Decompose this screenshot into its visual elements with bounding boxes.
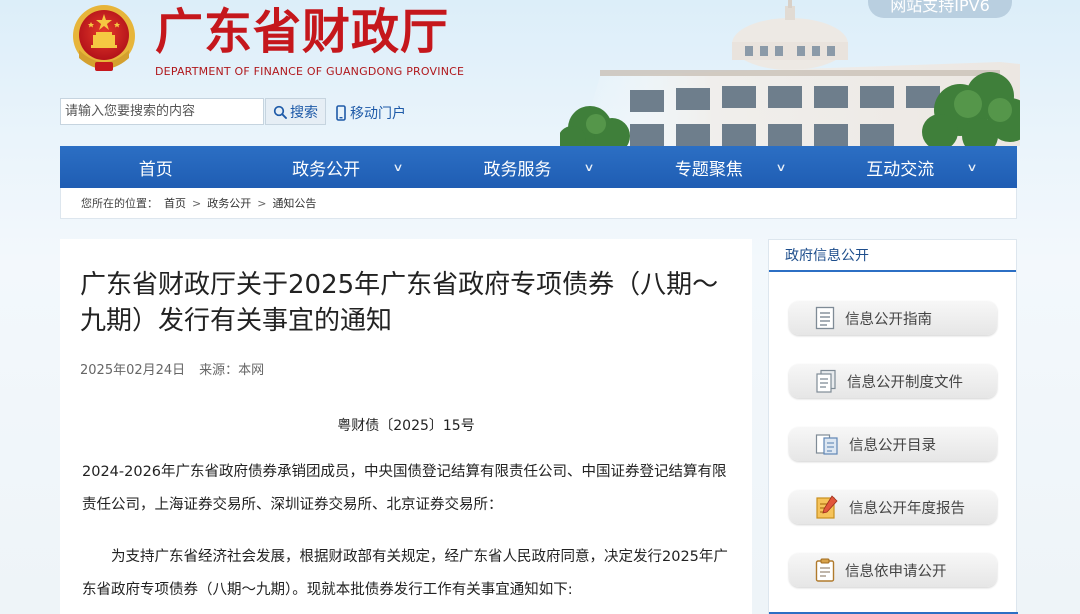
chevron-down-icon: ∨ bbox=[966, 160, 978, 174]
article-panel: 广东省财政厅关于2025年广东省政府专项债券（八期～九期）发行有关事宜的通知 2… bbox=[60, 239, 752, 614]
national-emblem-icon bbox=[69, 2, 139, 76]
nav-item-label: 互动交流 bbox=[866, 159, 935, 180]
breadcrumb-prefix: 您所在的位置： bbox=[81, 197, 158, 210]
article-date: 2025年02月24日 bbox=[80, 363, 186, 378]
nav-item-special-topics[interactable]: 专题聚焦 ∨ bbox=[634, 146, 825, 188]
breadcrumb-separator: > bbox=[192, 196, 202, 210]
nav-item-label: 政务公开 bbox=[292, 159, 361, 180]
document-number-text: 粤财债〔2025〕15号 bbox=[337, 418, 475, 434]
sidebar-item-label: 信息依申请公开 bbox=[845, 563, 947, 580]
nav-item-home[interactable]: 首页 bbox=[60, 146, 251, 188]
sidebar-info-disclosure: 政府信息公开 信息公开指南 信息公开制度文件 信息公开目录 信息公开年度报告 信… bbox=[768, 239, 1018, 614]
article-title: 广东省财政厅关于2025年广东省政府专项债券（八期～九期）发行有关事宜的通知 bbox=[80, 270, 719, 336]
sidebar-item-label: 信息公开指南 bbox=[845, 311, 932, 328]
document-number: 粤财债〔2025〕15号 bbox=[60, 415, 752, 435]
mobile-portal-link[interactable]: 移动门户 bbox=[336, 102, 406, 124]
search-button[interactable]: 搜索 bbox=[265, 98, 326, 125]
breadcrumb: 您所在的位置： 首页 > 政务公开 > 通知公告 bbox=[60, 188, 1017, 219]
document-stack-icon bbox=[816, 369, 836, 393]
sidebar-item-label: 信息公开年度报告 bbox=[849, 500, 965, 517]
sidebar-item-label: 信息公开制度文件 bbox=[847, 374, 963, 391]
breadcrumb-item-notices[interactable]: 通知公告 bbox=[272, 195, 316, 211]
article-source: 来源：本网 bbox=[199, 363, 265, 378]
nav-item-label: 政务服务 bbox=[483, 159, 552, 180]
breadcrumb-item-home[interactable]: 首页 bbox=[164, 195, 186, 211]
sidebar-item-disclosure-catalog[interactable]: 信息公开目录 bbox=[789, 427, 997, 461]
nav-item-government-services[interactable]: 政务服务 ∨ bbox=[443, 146, 634, 188]
breadcrumb-item-government-affairs[interactable]: 政务公开 bbox=[207, 195, 251, 211]
chevron-down-icon: ∨ bbox=[392, 160, 404, 174]
clipboard-icon bbox=[815, 558, 835, 582]
sidebar-item-annual-report[interactable]: 信息公开年度报告 bbox=[789, 490, 997, 524]
nav-item-label: 首页 bbox=[138, 159, 173, 180]
article-meta: 2025年02月24日 来源：本网 bbox=[80, 359, 264, 378]
search-icon bbox=[273, 105, 287, 119]
search-button-label: 搜索 bbox=[290, 104, 318, 121]
catalog-icon bbox=[815, 434, 838, 455]
building-banner-image bbox=[558, 0, 1032, 154]
sidebar-item-disclosure-on-request[interactable]: 信息依申请公开 bbox=[789, 553, 997, 587]
sidebar-item-disclosure-guide[interactable]: 信息公开指南 bbox=[789, 301, 997, 335]
breadcrumb-separator: > bbox=[257, 196, 267, 210]
article-paragraph: 为支持广东省经济社会发展，根据财政部有关规定，经广东省人民政府同意，决定发行20… bbox=[82, 549, 728, 598]
sidebar-title: 政府信息公开 bbox=[769, 240, 1016, 272]
document-guide-icon bbox=[815, 306, 835, 330]
sidebar-item-disclosure-policies[interactable]: 信息公开制度文件 bbox=[789, 364, 997, 398]
chevron-down-icon: ∨ bbox=[583, 160, 596, 174]
main-nav: 首页 政务公开 ∨ 政务服务 ∨ 专题聚焦 ∨ 互动交流 ∨ bbox=[60, 146, 1017, 188]
sidebar-item-label: 信息公开目录 bbox=[849, 437, 936, 454]
annual-report-icon bbox=[816, 495, 838, 519]
search-input[interactable] bbox=[60, 98, 264, 125]
nav-item-label: 专题聚焦 bbox=[674, 159, 743, 180]
article-paragraph: 2024-2026年广东省政府债券承销团成员，中央国债登记结算有限责任公司、中国… bbox=[82, 464, 727, 513]
nav-item-interaction[interactable]: 互动交流 ∨ bbox=[826, 146, 1017, 188]
site-title-english: DEPARTMENT OF FINANCE OF GUANGDONG PROVI… bbox=[155, 65, 465, 78]
chevron-down-icon: ∨ bbox=[775, 160, 787, 174]
mobile-portal-label: 移动门户 bbox=[350, 106, 406, 122]
mobile-phone-icon bbox=[336, 105, 346, 121]
site-title: 广东省财政厅 bbox=[155, 4, 450, 60]
nav-item-government-affairs[interactable]: 政务公开 ∨ bbox=[251, 146, 442, 188]
